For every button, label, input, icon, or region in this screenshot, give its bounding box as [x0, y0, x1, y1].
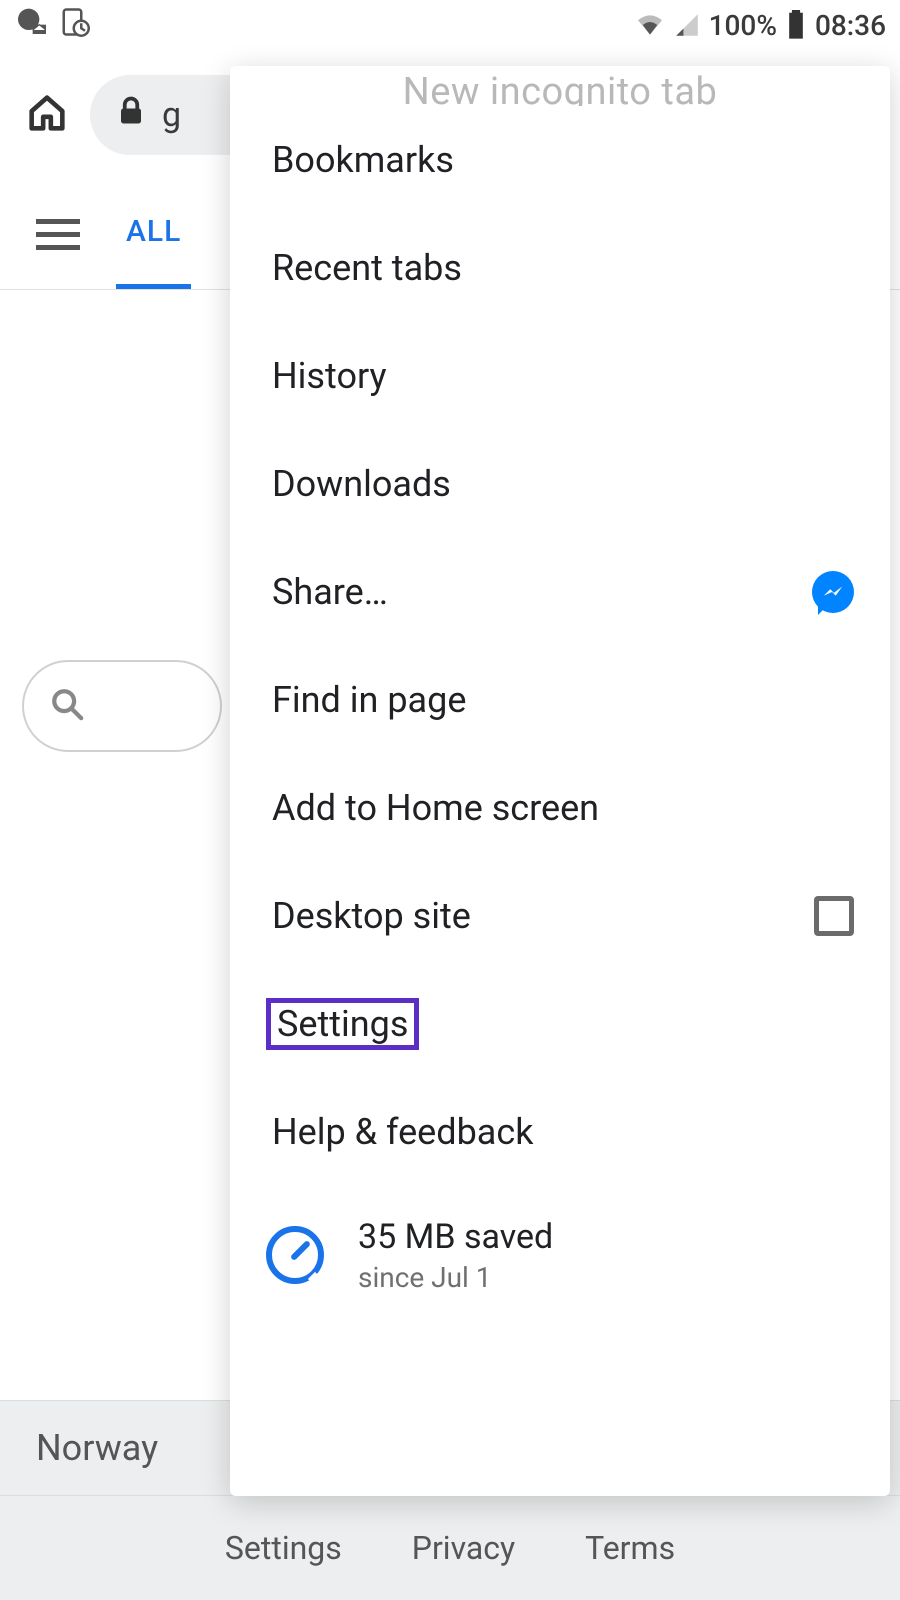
menu-item-history[interactable]: History — [230, 322, 890, 430]
lock-icon — [118, 95, 144, 135]
messenger-icon[interactable] — [812, 571, 854, 613]
data-saver-amount: 35 MB saved — [358, 1217, 553, 1257]
gauge-icon — [266, 1226, 324, 1284]
menu-item-incognito-cutoff[interactable]: New incognito tab — [230, 70, 890, 106]
footer-link-privacy[interactable]: Privacy — [412, 1529, 515, 1567]
menu-item-downloads[interactable]: Downloads — [230, 430, 890, 538]
battery-percent: 100% — [709, 9, 777, 42]
battery-icon — [787, 10, 805, 40]
signal-icon — [675, 13, 699, 37]
data-saver-since: since Jul 1 — [358, 1261, 553, 1294]
footer-link-settings[interactable]: Settings — [225, 1529, 342, 1567]
clock: 08:36 — [815, 9, 886, 42]
search-icon — [50, 687, 84, 725]
menu-item-find-in-page[interactable]: Find in page — [230, 646, 890, 754]
status-bar: 100% 08:36 — [0, 0, 900, 50]
menu-item-add-to-home[interactable]: Add to Home screen — [230, 754, 890, 862]
menu-item-share[interactable]: Share… — [230, 538, 890, 646]
menu-item-bookmarks[interactable]: Bookmarks — [230, 106, 890, 214]
search-input[interactable] — [22, 660, 222, 752]
sync-icon — [60, 7, 90, 44]
notification-icon — [14, 6, 46, 45]
overflow-menu: New incognito tab Bookmarks Recent tabs … — [230, 66, 890, 1496]
footer-links: Settings Privacy Terms — [0, 1496, 900, 1600]
url-text: g — [162, 95, 181, 135]
menu-item-desktop-site[interactable]: Desktop site — [230, 862, 890, 970]
home-icon[interactable] — [24, 90, 70, 140]
hamburger-icon[interactable] — [36, 219, 80, 250]
tab-all[interactable]: ALL — [122, 214, 185, 255]
menu-item-help[interactable]: Help & feedback — [230, 1078, 890, 1186]
menu-item-recent-tabs[interactable]: Recent tabs — [230, 214, 890, 322]
wifi-icon — [635, 13, 665, 37]
menu-item-settings[interactable]: Settings — [230, 970, 890, 1078]
footer-link-terms[interactable]: Terms — [585, 1529, 675, 1567]
menu-item-data-saver[interactable]: 35 MB saved since Jul 1 — [230, 1186, 890, 1306]
desktop-site-checkbox[interactable] — [814, 896, 854, 936]
